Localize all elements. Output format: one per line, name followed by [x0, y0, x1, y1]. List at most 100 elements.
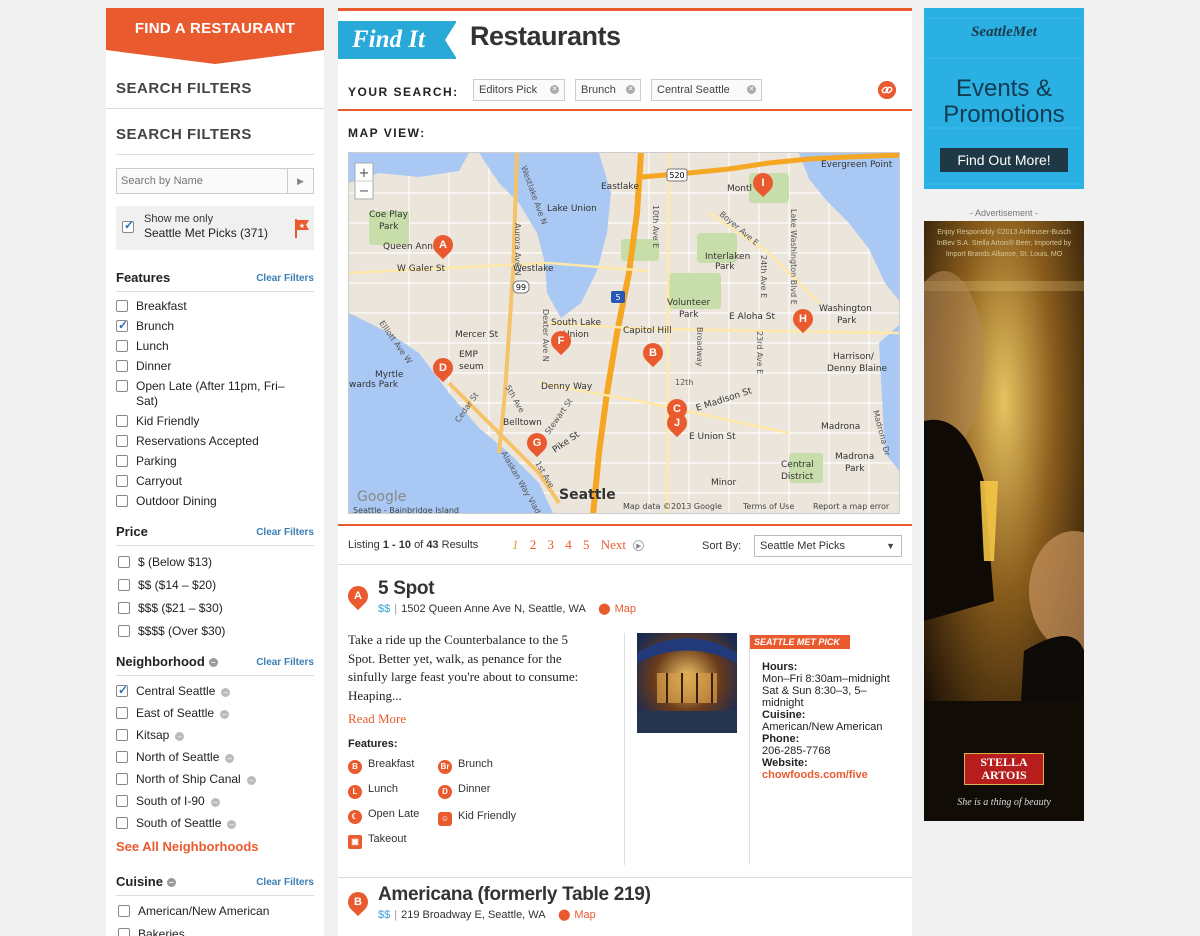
picks-checkbox[interactable]: ✓: [122, 218, 134, 233]
collapse-icon[interactable]: –: [208, 658, 218, 667]
remove-icon[interactable]: –: [227, 820, 237, 829]
checkbox[interactable]: [116, 707, 128, 719]
filter-american[interactable]: American/New American: [116, 904, 314, 919]
search-go-button[interactable]: ▶: [287, 169, 313, 193]
checkbox[interactable]: [116, 751, 128, 763]
checkbox[interactable]: [116, 455, 128, 467]
filter-carryout[interactable]: Carryout: [116, 474, 314, 489]
map-marker-j[interactable]: J: [662, 408, 692, 438]
remove-icon[interactable]: –: [221, 688, 231, 697]
checkbox[interactable]: [116, 495, 128, 507]
remove-icon[interactable]: –: [175, 732, 185, 741]
checkbox[interactable]: [118, 928, 130, 936]
checkbox[interactable]: [116, 795, 128, 807]
restaurant-photo[interactable]: [637, 633, 737, 733]
filter-kitsap[interactable]: Kitsap –: [116, 728, 314, 743]
filter-price-3[interactable]: $$$ ($21 – $30): [116, 601, 314, 616]
filter-lunch[interactable]: Lunch: [116, 339, 314, 354]
filter-east-of-seattle[interactable]: East of Seattle –: [116, 706, 314, 721]
price-clear-filters[interactable]: Clear Filters: [256, 527, 314, 538]
page-5[interactable]: 5: [583, 537, 590, 552]
checkbox[interactable]: [116, 300, 128, 312]
events-promo[interactable]: SeattleMet Events & Promotions Find Out …: [924, 8, 1084, 189]
page-3[interactable]: 3: [548, 537, 555, 552]
filter-south-of-seattle[interactable]: South of Seattle –: [116, 816, 314, 831]
map-marker-a[interactable]: A: [428, 230, 458, 260]
checkbox[interactable]: [116, 360, 128, 372]
checkbox[interactable]: [116, 817, 128, 829]
filter-reservations[interactable]: Reservations Accepted: [116, 434, 314, 449]
filter-price-1[interactable]: $ (Below $13): [116, 555, 314, 570]
remove-icon[interactable]: –: [210, 798, 220, 807]
seattle-met-picks-toggle[interactable]: ✓ Show me only Seattle Met Picks (371) ★: [116, 206, 314, 250]
checkbox[interactable]: [116, 380, 128, 392]
filter-north-of-seattle[interactable]: North of Seattle –: [116, 750, 314, 765]
find-out-more-button[interactable]: Find Out More!: [940, 148, 1068, 172]
checkbox[interactable]: [118, 625, 130, 637]
map-marker-f[interactable]: F: [546, 326, 576, 356]
filter-outdoor-dining[interactable]: Outdoor Dining: [116, 494, 314, 509]
checkbox[interactable]: [116, 340, 128, 352]
map-marker-d[interactable]: D: [428, 353, 458, 383]
next-page-link[interactable]: Next: [601, 537, 626, 552]
filter-price-2[interactable]: $$ ($14 – $20): [116, 578, 314, 593]
search-by-name-input[interactable]: [117, 169, 287, 193]
next-arrow-icon[interactable]: ▶: [633, 540, 645, 551]
link-icon[interactable]: [878, 81, 896, 99]
map-marker-g[interactable]: G: [522, 428, 552, 458]
checkbox[interactable]: [118, 556, 130, 568]
remove-chip-icon[interactable]: ✕: [626, 85, 635, 94]
advertisement-banner[interactable]: Enjoy Responsibly ©2013 Anheuser-Busch I…: [924, 221, 1084, 821]
filter-central-seattle[interactable]: Central Seattle–: [116, 683, 314, 699]
remove-icon[interactable]: –: [246, 776, 256, 785]
checkbox[interactable]: [116, 475, 128, 487]
filter-brunch[interactable]: Brunch: [116, 318, 314, 334]
checkbox[interactable]: [116, 729, 128, 741]
map-marker-i[interactable]: I: [748, 168, 778, 198]
restaurant-name[interactable]: Americana (formerly Table 219): [378, 884, 651, 906]
checkbox-checked[interactable]: [116, 318, 128, 333]
checkbox-checked[interactable]: [116, 683, 128, 698]
map-zoom-control[interactable]: + −: [354, 162, 374, 200]
checkbox[interactable]: [116, 435, 128, 447]
filter-open-late[interactable]: Open Late (After 11pm, Fri–Sat): [116, 379, 286, 409]
chip-brunch[interactable]: Brunch ✕: [575, 79, 641, 101]
remove-chip-icon[interactable]: ✕: [550, 85, 559, 94]
page-2[interactable]: 2: [530, 537, 537, 552]
map-marker-b[interactable]: B: [638, 338, 668, 368]
filter-price-4[interactable]: $$$$ (Over $30): [116, 624, 314, 639]
moon-icon: ☾: [348, 810, 362, 824]
page-1[interactable]: 1: [512, 537, 519, 552]
filter-bakeries[interactable]: Bakeries: [116, 927, 314, 936]
page-4[interactable]: 4: [565, 537, 572, 552]
map-link[interactable]: Map: [574, 909, 595, 921]
see-all-neighborhoods-link[interactable]: See All Neighborhoods: [116, 839, 259, 854]
read-more-link[interactable]: Read More: [348, 711, 406, 727]
remove-icon[interactable]: –: [225, 754, 235, 763]
checkbox[interactable]: [116, 773, 128, 785]
chip-central-seattle[interactable]: Central Seattle ✕: [651, 79, 762, 101]
chip-editors-pick[interactable]: Editors Pick ✕: [473, 79, 565, 101]
filter-kid-friendly[interactable]: Kid Friendly: [116, 414, 314, 429]
map-marker-h[interactable]: H: [788, 304, 818, 334]
filter-parking[interactable]: Parking: [116, 454, 314, 469]
checkbox[interactable]: [118, 602, 130, 614]
restaurant-name[interactable]: 5 Spot: [378, 578, 435, 600]
checkbox[interactable]: [118, 579, 130, 591]
filter-north-of-ship-canal[interactable]: North of Ship Canal –: [116, 772, 314, 787]
website-link[interactable]: chowfoods.com/five: [762, 769, 902, 781]
sort-select[interactable]: Seattle Met Picks ▼: [754, 535, 902, 557]
remove-chip-icon[interactable]: ✕: [747, 85, 756, 94]
collapse-icon[interactable]: –: [166, 878, 176, 887]
map-link[interactable]: Map: [615, 603, 636, 615]
filter-breakfast[interactable]: Breakfast: [116, 299, 314, 314]
checkbox[interactable]: [118, 905, 130, 917]
checkbox[interactable]: [116, 415, 128, 427]
cuisine-clear-filters[interactable]: Clear Filters: [256, 877, 314, 888]
neighborhood-clear-filters[interactable]: Clear Filters: [256, 657, 314, 668]
features-clear-filters[interactable]: Clear Filters: [256, 273, 314, 284]
filter-south-of-i90[interactable]: South of I-90–: [116, 794, 314, 809]
filter-dinner[interactable]: Dinner: [116, 359, 314, 374]
remove-icon[interactable]: –: [220, 710, 230, 719]
map-view[interactable]: Evergreen Point Lake Union Eastlake Mont…: [348, 152, 900, 514]
